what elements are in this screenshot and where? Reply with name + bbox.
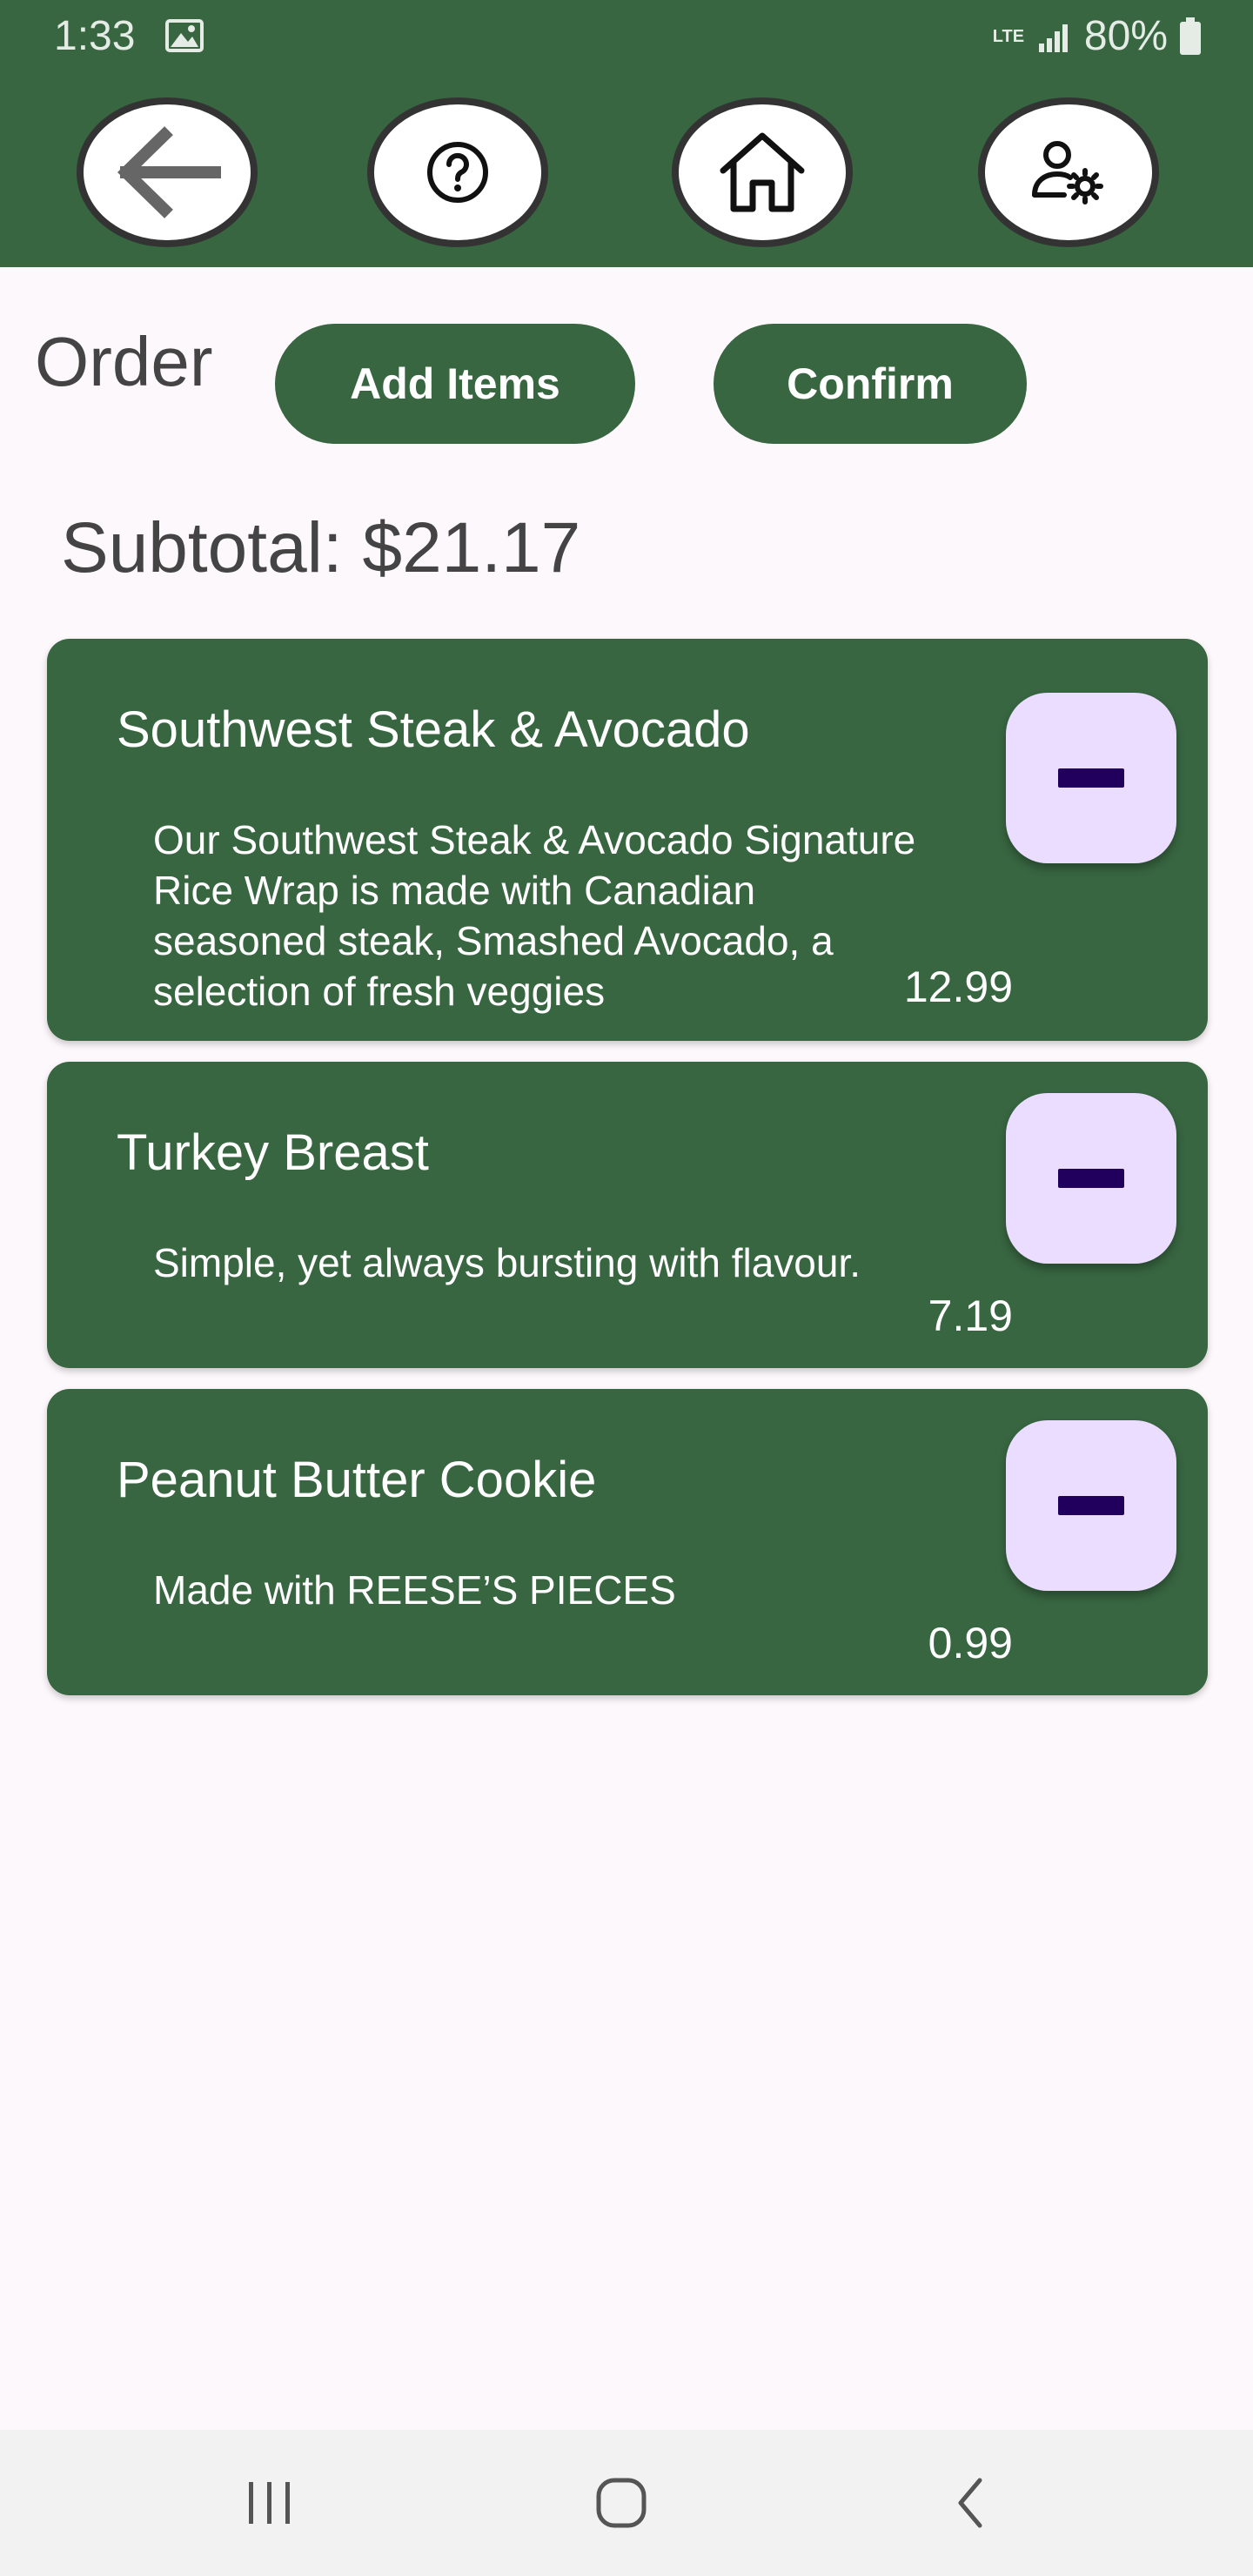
status-bar: 1:33 LTE 80% [0, 0, 1253, 74]
order-item-card: Peanut Butter Cookie Made with REESE’S P… [47, 1389, 1208, 1695]
system-navigation-bar [0, 2430, 1253, 2576]
order-screen: 1:33 LTE 80% Order Add Items Confirm Sub… [0, 0, 1253, 2576]
recent-apps-icon [249, 2482, 290, 2524]
status-time: 1:33 [54, 13, 136, 59]
item-name: Southwest Steak & Avocado [117, 701, 750, 758]
question-circle-icon [427, 142, 488, 203]
system-back-button[interactable] [936, 2475, 1006, 2531]
home-icon [720, 132, 805, 212]
network-type-label: LTE [992, 27, 1025, 46]
item-description: Simple, yet always bursting with flavour… [153, 1240, 861, 1285]
item-description: Made with REESE’S PIECES [153, 1567, 676, 1613]
minus-icon [1058, 1496, 1124, 1515]
user-settings-button[interactable] [978, 97, 1159, 247]
page-title: Order [35, 323, 213, 400]
remove-item-button[interactable] [1006, 693, 1176, 863]
remove-item-button[interactable] [1006, 1093, 1176, 1264]
back-button[interactable] [77, 97, 258, 247]
item-price: 12.99 [903, 963, 1013, 1011]
arrow-left-icon [117, 126, 221, 218]
battery-icon [1180, 17, 1201, 55]
back-chevron-icon [958, 2478, 982, 2528]
add-items-button[interactable]: Add Items [275, 324, 635, 444]
signal-icon [1038, 24, 1068, 52]
item-name: Peanut Butter Cookie [117, 1452, 597, 1508]
item-description: Our Southwest Steak & Avocado Signature … [153, 817, 916, 1014]
minus-icon [1058, 768, 1124, 788]
image-icon [165, 19, 204, 52]
home-button[interactable] [672, 97, 853, 247]
battery-percent: 80% [1083, 13, 1168, 59]
order-item-card: Southwest Steak & Avocado Our Southwest … [47, 639, 1208, 1041]
confirm-button[interactable]: Confirm [714, 324, 1027, 444]
item-price: 0.99 [928, 1619, 1013, 1667]
item-name: Turkey Breast [117, 1124, 429, 1181]
subtotal-label: Subtotal: $21.17 [61, 508, 581, 587]
help-button[interactable] [367, 97, 548, 247]
order-item-card: Turkey Breast Simple, yet always burstin… [47, 1062, 1208, 1368]
user-gear-icon [1032, 141, 1103, 205]
status-right-group: LTE 80% [990, 12, 1203, 61]
home-circle-icon [596, 2478, 647, 2528]
minus-icon [1058, 1169, 1124, 1188]
app-header: 1:33 LTE 80% [0, 0, 1253, 267]
remove-item-button[interactable] [1006, 1420, 1176, 1591]
item-price: 7.19 [928, 1291, 1013, 1340]
recent-apps-button[interactable] [235, 2475, 305, 2531]
system-home-button[interactable] [586, 2475, 656, 2531]
